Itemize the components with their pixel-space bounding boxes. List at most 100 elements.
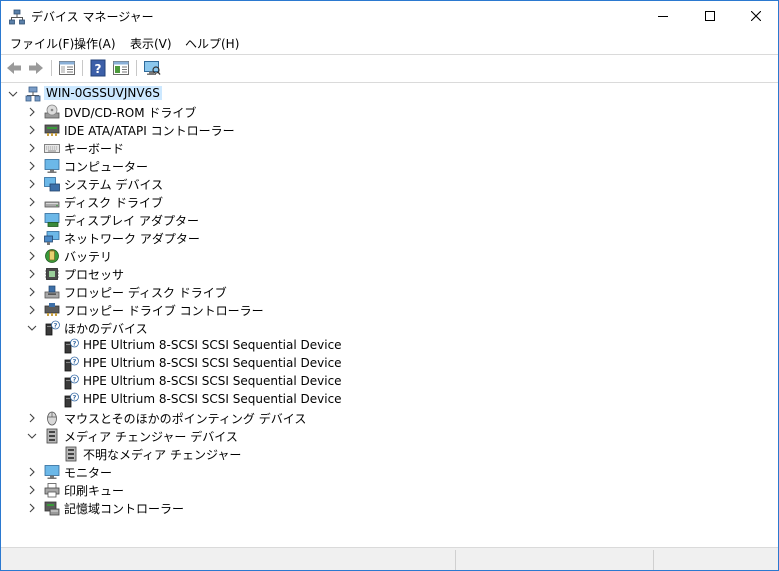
svg-text:?: ?	[54, 322, 58, 330]
chevron-right-icon[interactable]	[27, 268, 37, 279]
tree-category[interactable]: フロッピー ディスク ドライブ	[1, 283, 761, 301]
media-changer-icon	[44, 428, 60, 444]
display-adapter-icon	[44, 212, 60, 228]
menu-view[interactable]: 表示(V)	[128, 35, 174, 52]
tree-device[interactable]: 不明なメディア チェンジャー	[1, 445, 761, 463]
device-manager-icon	[9, 9, 25, 25]
tree-category[interactable]: 記憶域コントローラー	[1, 499, 761, 517]
chevron-right-icon[interactable]	[27, 502, 37, 513]
tree-category[interactable]: ? ほかのデバイス	[1, 319, 761, 337]
floppy-controller-icon	[44, 302, 60, 318]
tree-category[interactable]: キーボード	[1, 139, 761, 157]
tree-device-label: HPE Ultrium 8-SCSI SCSI Sequential Devic…	[83, 338, 342, 352]
maximize-icon	[705, 11, 715, 21]
tree-category-label: 記憶域コントローラー	[64, 502, 185, 516]
chevron-right-icon[interactable]	[27, 250, 37, 261]
unknown-child-icon: ?	[63, 356, 79, 372]
chevron-down-icon[interactable]	[8, 88, 18, 98]
tree-device[interactable]: ? HPE Ultrium 8-SCSI SCSI Sequential Devi…	[1, 337, 761, 355]
tree-category-label: マウスとそのほかのポインティング デバイス	[64, 412, 307, 426]
chevron-right-icon[interactable]	[27, 412, 37, 423]
svg-text:?: ?	[73, 394, 77, 402]
chevron-right-icon[interactable]	[27, 178, 37, 189]
chevron-right-icon[interactable]	[27, 484, 37, 495]
toolbar-separator	[82, 60, 83, 76]
tree-category[interactable]: モニター	[1, 463, 761, 481]
chevron-right-icon[interactable]	[27, 106, 37, 117]
chevron-right-icon[interactable]	[27, 160, 37, 171]
tree-category-label: ディスプレイ アダプター	[64, 214, 199, 228]
close-button[interactable]	[733, 1, 778, 31]
status-bar	[1, 547, 778, 570]
keyboard-icon	[44, 140, 60, 156]
menu-file[interactable]: ファイル(F)	[8, 35, 76, 52]
chevron-right-icon[interactable]	[27, 124, 37, 135]
tree-category[interactable]: ディスク ドライブ	[1, 193, 761, 211]
tree-category-label: ディスク ドライブ	[64, 196, 163, 210]
tree-category[interactable]: メディア チェンジャー デバイス	[1, 427, 761, 445]
device-tree[interactable]: WIN-0GSSUVJNV6S DVD/CD-ROM ドライブ IDE ATA/AT…	[1, 83, 778, 545]
back-icon[interactable]	[5, 59, 23, 77]
monitor-icon	[44, 464, 60, 480]
tree-category[interactable]: ネットワーク アダプター	[1, 229, 761, 247]
tree-category[interactable]: システム デバイス	[1, 175, 761, 193]
svg-text:?: ?	[95, 62, 102, 76]
tree-device-label: 不明なメディア チェンジャー	[83, 448, 242, 462]
menu-action[interactable]: 操作(A)	[72, 35, 118, 52]
forward-icon[interactable]	[27, 59, 45, 77]
show-hide-console-tree-icon[interactable]	[58, 59, 76, 77]
tree-category[interactable]: マウスとそのほかのポインティング デバイス	[1, 409, 761, 427]
help-icon[interactable]: ?	[89, 59, 107, 77]
tree-category-label: ネットワーク アダプター	[64, 232, 200, 246]
tree-category-label: ほかのデバイス	[64, 322, 148, 336]
tree-category[interactable]: バッテリ	[1, 247, 761, 265]
svg-text:?: ?	[73, 358, 77, 366]
tree-root[interactable]: WIN-0GSSUVJNV6S	[1, 85, 761, 103]
toolbar-separator	[51, 60, 52, 76]
chevron-down-icon[interactable]	[27, 430, 37, 440]
disk-drive-icon	[44, 194, 60, 210]
chevron-right-icon[interactable]	[27, 286, 37, 297]
tree-category-label: モニター	[64, 466, 113, 480]
tree-category-label: DVD/CD-ROM ドライブ	[64, 106, 197, 120]
storage-controller-icon	[44, 500, 60, 516]
unknown-child-icon: ?	[63, 392, 79, 408]
minimize-button[interactable]	[640, 1, 686, 31]
tree-category-label: フロッピー ディスク ドライブ	[64, 286, 227, 300]
tree-device[interactable]: ? HPE Ultrium 8-SCSI SCSI Sequential Devi…	[1, 391, 761, 409]
tree-category[interactable]: ディスプレイ アダプター	[1, 211, 761, 229]
root-computer-icon	[25, 86, 41, 102]
processor-icon	[44, 266, 60, 282]
tree-category-label: システム デバイス	[64, 178, 164, 192]
tree-category[interactable]: フロッピー ドライブ コントローラー	[1, 301, 761, 319]
ide-controller-icon	[44, 122, 60, 138]
chevron-right-icon[interactable]	[27, 304, 37, 315]
tree-device[interactable]: ? HPE Ultrium 8-SCSI SCSI Sequential Devi…	[1, 373, 761, 391]
scan-hardware-icon[interactable]	[143, 59, 161, 77]
tree-category[interactable]: コンピューター	[1, 157, 761, 175]
chevron-down-icon[interactable]	[27, 322, 37, 332]
menu-help[interactable]: ヘルプ(H)	[183, 35, 241, 52]
status-divider	[653, 550, 654, 570]
tree-category[interactable]: IDE ATA/ATAPI コントローラー	[1, 121, 761, 139]
mouse-icon	[44, 410, 60, 426]
system-devices-icon	[44, 176, 60, 192]
chevron-right-icon[interactable]	[27, 196, 37, 207]
unknown-child-icon: ?	[63, 338, 79, 354]
chevron-right-icon[interactable]	[27, 232, 37, 243]
chevron-right-icon[interactable]	[27, 142, 37, 153]
svg-text:?: ?	[73, 376, 77, 384]
properties-icon[interactable]	[112, 59, 130, 77]
tree-device-label: HPE Ultrium 8-SCSI SCSI Sequential Devic…	[83, 392, 342, 406]
maximize-button[interactable]	[687, 1, 733, 31]
device-manager-window: デバイス マネージャー ファイル(F) 操作(A) 表示(V) ヘルプ(H) ?	[0, 0, 779, 571]
tree-category[interactable]: 印刷キュー	[1, 481, 761, 499]
menu-bar: ファイル(F) 操作(A) 表示(V) ヘルプ(H)	[1, 32, 778, 54]
chevron-right-icon[interactable]	[27, 214, 37, 225]
tree-category[interactable]: DVD/CD-ROM ドライブ	[1, 103, 761, 121]
tree-device[interactable]: ? HPE Ultrium 8-SCSI SCSI Sequential Devi…	[1, 355, 761, 373]
chevron-right-icon[interactable]	[27, 466, 37, 477]
computer-icon	[44, 158, 60, 174]
tree-category-label: キーボード	[64, 142, 125, 156]
tree-category[interactable]: プロセッサ	[1, 265, 761, 283]
